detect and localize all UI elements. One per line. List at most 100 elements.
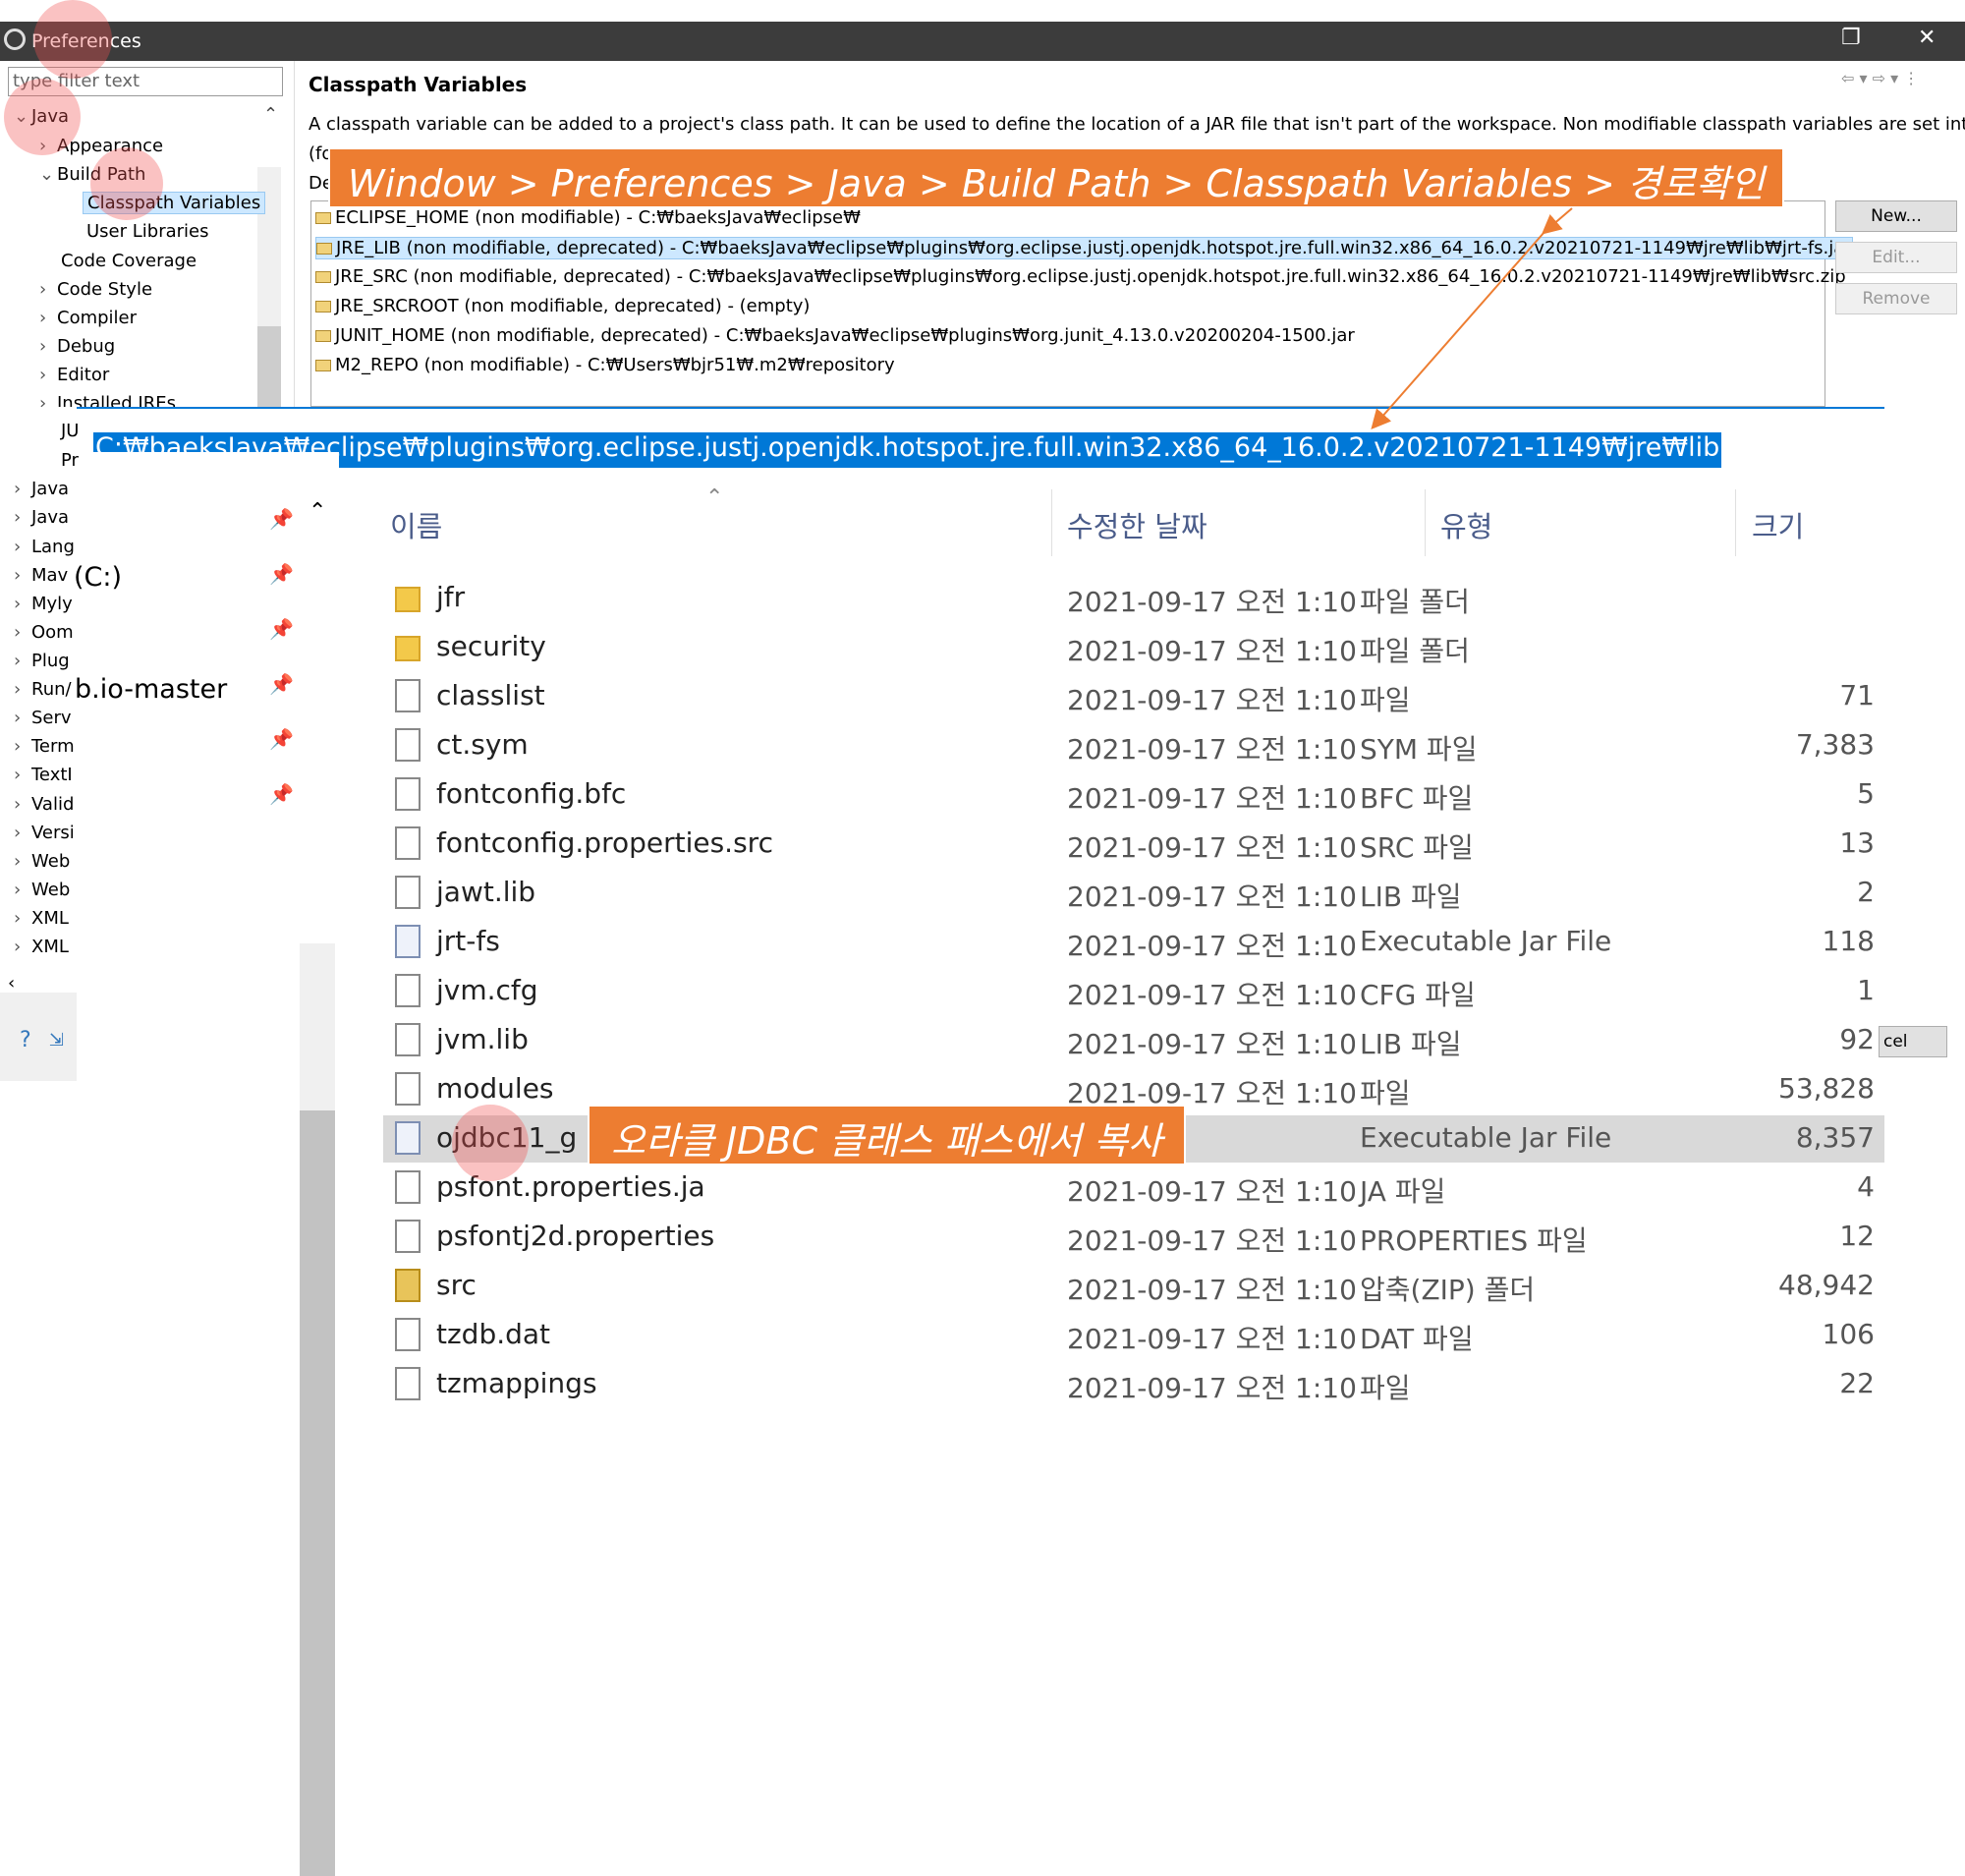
close-icon[interactable]: ✕ [1918,26,1936,50]
file-row[interactable]: jfr 2021-09-17 오전 1:10 파일 폴더 [383,575,1884,622]
file-size: 7,383 [1795,728,1875,761]
variable-m2-repo[interactable]: M2_REPO (non modifiable) - C:₩Users₩bjr5… [315,355,895,375]
edit-button[interactable]: Edit... [1835,242,1957,273]
sort-arrow-icon[interactable]: ⌃ [705,485,723,510]
file-name: jawt.lib [436,876,536,908]
variable-eclipse-home[interactable]: ECLIPSE_HOME (non modifiable) - C:₩baeks… [315,207,861,228]
nav-item[interactable]: › Web [14,880,70,900]
pin-icon[interactable]: 📌 [269,672,294,696]
file-row[interactable]: tzmappings 2021-09-17 오전 1:10 파일 22 [383,1361,1884,1408]
import-icon[interactable]: ⇲ [49,1030,64,1051]
file-name: fontconfig.properties.src [436,826,773,859]
file-type: 파일 폴더 [1360,635,1470,667]
nav-item[interactable]: › Oom [14,622,74,643]
nav-item[interactable]: › XML [14,937,69,957]
file-size: 1 [1857,974,1875,1006]
variable-icon [316,243,332,255]
file-row[interactable]: tzdb.dat 2021-09-17 오전 1:10 DAT 파일 106 [383,1312,1884,1359]
file-size: 53,828 [1778,1072,1875,1105]
file-row[interactable]: jawt.lib 2021-09-17 오전 1:10 LIB 파일 2 [383,870,1884,917]
nav-scroll-thumb[interactable] [300,1110,335,1876]
file-row[interactable]: src 2021-09-17 오전 1:10 압축(ZIP) 폴더 48,942 [383,1263,1884,1310]
header-type[interactable]: 유형 [1440,504,1492,545]
file-size: 71 [1839,679,1875,711]
pin-icon[interactable]: 📌 [269,727,294,751]
tree-item-installed-jres[interactable]: › Installed JREs [39,393,176,407]
variable-icon [315,212,331,224]
nav-item[interactable]: › Versi [14,823,75,843]
nav-item[interactable]: › Serv [14,708,72,728]
nav-item[interactable]: › Valid [14,794,74,815]
nav-item[interactable]: › TextI [14,765,73,785]
remove-button[interactable]: Remove [1835,283,1957,314]
highlight-circle [33,0,112,79]
file-row[interactable]: jvm.lib 2021-09-17 오전 1:10 LIB 파일 92 [383,1017,1884,1064]
variable-jre-srcroot[interactable]: JRE_SRCROOT (non modifiable, deprecated)… [315,296,810,316]
file-row[interactable]: ct.sym 2021-09-17 오전 1:10 SYM 파일 7,383 [383,722,1884,769]
help-icon[interactable]: ? [20,1028,31,1052]
file-name: src [436,1269,477,1301]
file-type: DAT 파일 [1360,1323,1474,1355]
nav-item[interactable]: Pr [61,450,79,471]
file-name: jvm.cfg [436,974,538,1006]
scroll-up-icon[interactable]: ⌃ [263,104,278,125]
file-row[interactable]: psfont.properties.ja 2021-09-17 오전 1:10 JA… [383,1165,1884,1212]
tree-item-code-style[interactable]: › Code Style [39,279,152,300]
file-type: Executable Jar File [1360,925,1612,957]
file-row[interactable]: jrt-fs 2021-09-17 오전 1:10 Executable Jar F… [383,919,1884,966]
nav-item[interactable]: › Web [14,851,70,872]
nav-item[interactable]: › Java [14,479,69,499]
restore-icon[interactable]: ❐ [1841,26,1861,50]
pin-icon[interactable]: 📌 [269,562,294,586]
nav-item[interactable]: › Myly [14,594,73,614]
file-row[interactable]: psfontj2d.properties 2021-09-17 오전 1:10 PR… [383,1214,1884,1261]
file-name: fontconfig.bfc [436,777,627,810]
header-date[interactable]: 수정한 날짜 [1067,504,1207,545]
variable-jre-src[interactable]: JRE_SRC (non modifiable, deprecated) - C… [315,266,1846,287]
variable-junit-home[interactable]: JUNIT_HOME (non modifiable, deprecated) … [315,325,1355,346]
tree-item-editor[interactable]: › Editor [39,365,109,385]
nav-item[interactable]: JU [61,421,79,441]
nav-arrows-icon[interactable]: ⇦ ▾ ⇨ ▾ ⋮ [1841,69,1919,87]
top-strip [870,0,1169,24]
file-row[interactable]: jvm.cfg 2021-09-17 오전 1:10 CFG 파일 1 [383,968,1884,1015]
nav-item[interactable]: › Plug [14,651,70,671]
file-icon [395,1170,421,1204]
file-type: BFC 파일 [1360,782,1474,815]
nav-item[interactable]: › Lang [14,537,75,557]
path-callout: Window > Preferences > Java > Build Path… [328,147,1784,208]
file-type: LIB 파일 [1360,881,1462,913]
tree-item-compiler[interactable]: › Compiler [39,308,137,328]
pin-icon[interactable]: 📌 [269,617,294,641]
file-date: 2021-09-17 오전 1:10 [1067,979,1357,1011]
file-date: 2021-09-17 오전 1:10 [1067,1372,1357,1404]
pin-icon[interactable]: 📌 [269,507,294,531]
variable-icon [315,330,331,342]
tree-item-user-libraries[interactable]: User Libraries [86,221,209,242]
file-row[interactable]: security 2021-09-17 오전 1:10 파일 폴더 [383,624,1884,671]
nav-item[interactable]: › Term [14,736,75,757]
nav-item[interactable]: › Run/ [14,679,72,700]
file-row[interactable]: fontconfig.properties.src 2021-09-17 오전 1… [383,821,1884,868]
nav-item[interactable]: › Mav [14,565,68,586]
tree-item-debug[interactable]: › Debug [39,336,115,357]
file-date: 2021-09-17 오전 1:10 [1067,782,1357,815]
scroll-left-icon[interactable]: ‹ [8,973,15,994]
column-separator [1425,489,1426,556]
header-size[interactable]: 크기 [1752,504,1804,545]
variable-jre-lib[interactable]: JRE_LIB (non modifiable, deprecated) - C… [315,237,1853,259]
nav-item[interactable]: › Java [14,507,69,528]
pin-icon[interactable]: 📌 [269,782,294,806]
scroll-up-icon[interactable]: ⌃ [309,499,326,524]
file-row[interactable]: classlist 2021-09-17 오전 1:10 파일 71 [383,673,1884,720]
jdbc-callout: 오라클 JDBC 클래스 패스에서 복사 [588,1105,1186,1165]
cancel-button[interactable]: cel [1879,1026,1947,1057]
header-name[interactable]: 이름 [390,504,442,545]
tree-item-code-coverage[interactable]: Code Coverage [61,251,196,271]
nav-item[interactable]: › XML [14,908,69,929]
new-button[interactable]: New... [1835,200,1957,232]
file-icon [395,876,421,909]
file-date: 2021-09-17 오전 1:10 [1067,1323,1357,1355]
file-size: 13 [1839,826,1875,859]
file-row[interactable]: fontconfig.bfc 2021-09-17 오전 1:10 BFC 파일 5 [383,771,1884,819]
